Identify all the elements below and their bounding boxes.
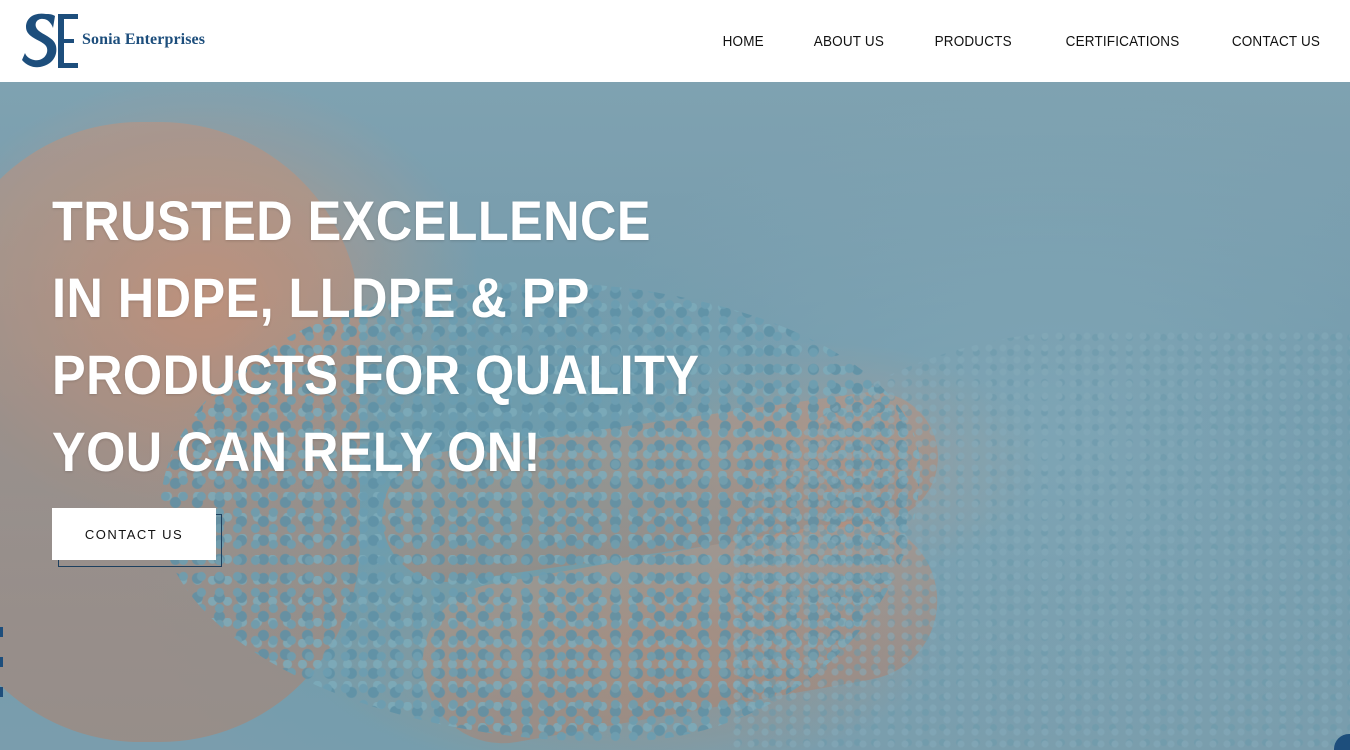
nav-contact-us[interactable]: CONTACT US — [1232, 33, 1320, 50]
nav-about-us[interactable]: ABOUT US — [813, 33, 883, 50]
hero-title-line: IN HDPE, LLDPE & PP — [52, 266, 590, 329]
site-header: Sonia Enterprises HOME ABOUT US PRODUCTS… — [0, 0, 1350, 82]
nav-home[interactable]: HOME — [722, 33, 763, 50]
logo-mark-icon — [22, 13, 78, 68]
hero-title-line: YOU CAN RELY ON! — [52, 420, 541, 483]
brand-name: Sonia Enterprises — [82, 31, 206, 48]
brand-logo[interactable]: Sonia Enterprises — [18, 8, 205, 72]
slider-indicator[interactable] — [0, 687, 3, 697]
main-nav: HOME ABOUT US PRODUCTS CERTIFICATIONS CO… — [676, 0, 1320, 82]
hero-title: TRUSTED EXCELLENCE IN HDPE, LLDPE & PP P… — [52, 182, 771, 490]
hero-title-line: TRUSTED EXCELLENCE — [52, 189, 651, 252]
contact-us-button[interactable]: CONTACT US — [52, 508, 216, 560]
hero-banner: TRUSTED EXCELLENCE IN HDPE, LLDPE & PP P… — [0, 82, 1350, 750]
hero-title-line: PRODUCTS FOR QUALITY — [52, 343, 700, 406]
slider-indicators — [0, 627, 3, 717]
hero-cta-wrapper: CONTACT US — [52, 508, 222, 568]
nav-products[interactable]: PRODUCTS — [934, 33, 1011, 50]
slider-indicator[interactable] — [0, 657, 3, 667]
nav-certifications[interactable]: CERTIFICATIONS — [1066, 33, 1180, 50]
slider-indicator[interactable] — [0, 627, 3, 637]
